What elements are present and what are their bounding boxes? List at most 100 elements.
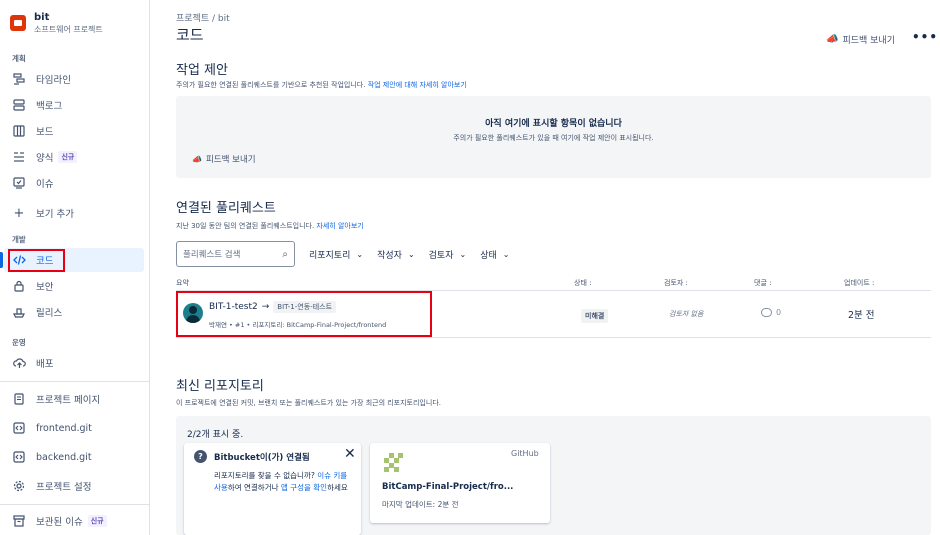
repo-code-icon (12, 421, 26, 435)
sidebar-item-security[interactable]: 보안 (4, 274, 144, 298)
sidebar-item-label: frontend.git (36, 422, 92, 434)
table-divider (176, 337, 931, 338)
sidebar-item-label: 프로젝트 설정 (36, 482, 92, 493)
section-operations: 운영 (12, 338, 26, 347)
project-logo-icon (10, 15, 26, 31)
backlog-icon (12, 98, 26, 112)
work-suggestions-desc: 주의가 필요한 연결된 풀리퀘스트를 기반으로 추천된 작업입니다. 작업 제안… (176, 81, 467, 89)
gear-icon (12, 479, 26, 493)
ship-icon (12, 305, 26, 319)
sidebar-item-releases[interactable]: 릴리스 (4, 300, 144, 324)
new-badge: 신규 (87, 515, 107, 527)
sidebar-item-label: 백로그 (36, 101, 63, 112)
card-title: Bitbucket이(가) 연결됨 (214, 453, 310, 463)
sidebar-item-label: 보안 (36, 282, 54, 293)
repo-updated: 마지막 업데이트: 2분 전 (382, 500, 459, 509)
filter-reviewer[interactable]: 검토자 ⌄ (429, 248, 467, 261)
more-options-button[interactable]: ••• (912, 30, 938, 44)
sidebar-item-label: 릴리스 (36, 308, 63, 319)
sidebar-item-label: 프로젝트 페이지 (36, 395, 101, 406)
feedback-button[interactable]: 📣 피드백 보내기 (826, 33, 895, 46)
sidebar-item-label: 양식 (36, 153, 54, 164)
breadcrumb[interactable]: 프로젝트 / bit (176, 11, 230, 24)
repo-card[interactable]: GitHub BitCamp-Final-Project/fro... 마지막 … (370, 443, 550, 523)
pull-requests-desc: 지난 30일 동안 팀의 연결된 풀리퀘스트입니다. 자세히 알아보기 (176, 222, 364, 230)
col-reviewer[interactable]: 검토자 : (664, 278, 688, 288)
filter-author[interactable]: 작성자 ⌄ (377, 248, 415, 261)
chevron-down-icon: ⌄ (356, 249, 364, 259)
repo-code-icon (12, 450, 26, 464)
sidebar-item-label: 배포 (36, 359, 54, 370)
sidebar-item-frontend-repo[interactable]: frontend.git (4, 416, 144, 440)
pull-requests-heading: 연결된 풀리퀘스트 (176, 201, 276, 216)
chevron-down-icon: ⌄ (502, 249, 510, 259)
megaphone-icon: 📣 (826, 34, 839, 45)
reviewer-cell: 검토자 없음 (669, 310, 704, 318)
filter-status[interactable]: 상태 ⌄ (480, 248, 509, 261)
col-comments[interactable]: 댓글 : (754, 278, 771, 288)
lock-icon (12, 279, 26, 293)
bitbucket-connected-card: ? Bitbucket이(가) 연결됨 ✕ 리포지토리를 찾을 수 없습니까? … (184, 443, 361, 535)
comment-icon (761, 308, 772, 317)
sidebar-item-backlog[interactable]: 백로그 (4, 93, 144, 117)
highlight-box-code (8, 249, 65, 272)
sidebar-divider (0, 381, 150, 382)
sidebar-item-label: 타임라인 (36, 75, 71, 86)
repo-name: BitCamp-Final-Project/fro... (382, 482, 514, 492)
sidebar-item-label: backend.git (36, 451, 92, 463)
sidebar-item-archived-issues[interactable]: 보관된 이슈 신규 (4, 509, 144, 533)
updated-cell: 2분 전 (848, 310, 875, 321)
active-indicator (0, 252, 3, 268)
archive-icon (12, 514, 26, 528)
highlight-box-pr (176, 291, 432, 337)
pull-request-search-input[interactable]: 풀리퀘스트 검색 ⌕ (176, 241, 295, 267)
col-status[interactable]: 상태 : (574, 278, 591, 288)
app-root: bit 소프트웨어 프로젝트 계획 타임라인 백로그 보드 양식 신규 이슈 +… (0, 0, 940, 535)
filter-bar: 풀리퀘스트 검색 ⌕ 리포지토리 ⌄ 작성자 ⌄ 검토자 ⌄ 상태 ⌄ (176, 241, 509, 267)
main-content: 프로젝트 / bit 코드 📣 피드백 보내기 ••• 작업 제안 주의가 필요… (151, 0, 940, 535)
repo-avatar-icon (384, 453, 403, 472)
empty-title: 아직 여기에 표시할 항목이 없습니다 (485, 119, 622, 129)
sidebar-item-timeline[interactable]: 타임라인 (4, 67, 144, 91)
repo-count: 2/2개 표시 중. (187, 430, 244, 440)
repositories-desc: 이 프로젝트에 연결된 커밋, 브랜치 또는 풀리퀘스트가 있는 가장 최근의 … (176, 399, 441, 407)
col-updated[interactable]: 업데이트 : (844, 278, 874, 288)
sidebar-item-backend-repo[interactable]: backend.git (4, 445, 144, 469)
close-icon[interactable]: ✕ (344, 446, 356, 462)
sidebar-item-label: 보관된 이슈 (36, 517, 83, 528)
work-suggestions-heading: 작업 제안 (176, 63, 228, 78)
filter-repository[interactable]: 리포지토리 ⌄ (309, 248, 363, 261)
pull-requests-learn-more-link[interactable]: 자세히 알아보기 (316, 222, 363, 230)
page-title: 코드 (176, 26, 204, 44)
card-body: 리포지토리를 찾을 수 없습니까? 이슈 키를 사용하여 연결하거나 앱 구성을… (214, 471, 348, 492)
table-header: 요약 상태 : 검토자 : 댓글 : 업데이트 : (176, 278, 931, 290)
sidebar-item-label: 이슈 (36, 179, 54, 190)
new-badge: 신규 (58, 151, 78, 163)
col-summary: 요약 (176, 279, 189, 287)
sidebar-item-issues[interactable]: 이슈 (4, 171, 144, 195)
sidebar-item-forms[interactable]: 양식 신규 (4, 145, 144, 169)
chevron-down-icon: ⌄ (459, 249, 467, 259)
sidebar-item-project-pages[interactable]: 프로젝트 페이지 (4, 387, 144, 411)
status-badge: 미해결 (581, 309, 609, 323)
work-suggestions-learn-more-link[interactable]: 작업 제안에 대해 자세히 알아보기 (368, 81, 467, 89)
search-icon: ⌕ (282, 248, 288, 260)
empty-feedback-button[interactable]: 📣 피드백 보내기 (192, 153, 256, 166)
project-type: 소프트웨어 프로젝트 (34, 25, 103, 34)
sidebar-item-add-view[interactable]: + 보기 추가 (4, 201, 144, 225)
sidebar-item-board[interactable]: 보드 (4, 119, 144, 143)
question-icon: ? (194, 450, 207, 463)
sidebar-item-deployments[interactable]: 배포 (4, 351, 144, 375)
app-config-link[interactable]: 앱 구성을 확인 (281, 483, 327, 492)
repositories-heading: 최신 리포지토리 (176, 379, 264, 394)
sidebar-item-label: 보드 (36, 127, 54, 138)
chevron-down-icon: ⌄ (407, 249, 415, 259)
feedback-label: 피드백 보내기 (842, 36, 895, 46)
sidebar-divider (0, 504, 150, 505)
forms-icon (12, 150, 26, 164)
cloud-upload-icon (12, 356, 26, 370)
work-suggestions-empty-state: 아직 여기에 표시할 항목이 없습니다 주의가 필요한 풀리퀘스트가 있을 때 … (176, 96, 931, 178)
project-header[interactable]: bit 소프트웨어 프로젝트 (10, 12, 103, 35)
sidebar-item-project-settings[interactable]: 프로젝트 설정 (4, 474, 144, 498)
section-planning: 계획 (12, 54, 26, 63)
